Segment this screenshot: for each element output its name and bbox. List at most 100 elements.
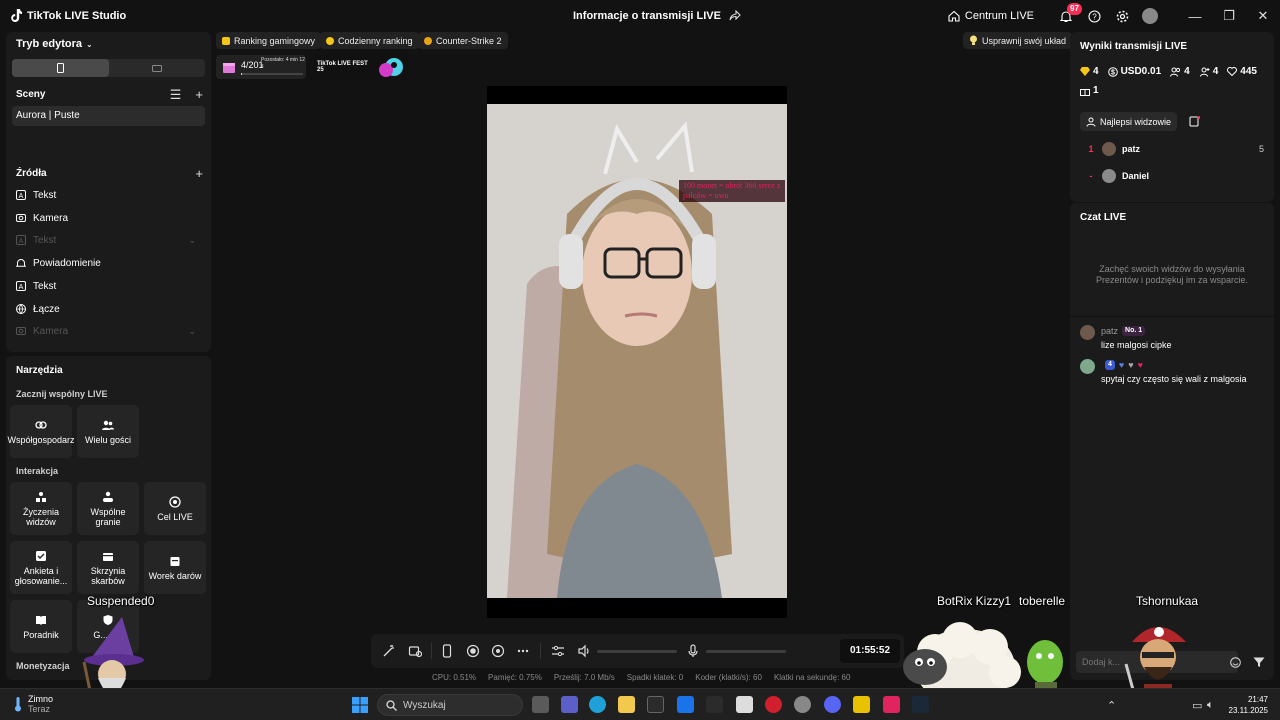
- gaming-ranking-chip[interactable]: Ranking gamingowy: [216, 32, 322, 49]
- multi-guest-tool[interactable]: Wielu gości: [77, 405, 139, 458]
- top-viewer-row[interactable]: - Daniel: [1080, 167, 1264, 185]
- mail-icon[interactable]: [677, 696, 694, 713]
- stream-overlay-text: 100 monet = obrót 360 serce z palców = u…: [679, 180, 785, 202]
- phone-icon[interactable]: [440, 644, 454, 658]
- close-button[interactable]: ✕: [1246, 0, 1280, 32]
- target-icon: [169, 495, 181, 508]
- file-explorer-icon[interactable]: [618, 696, 635, 713]
- guide-tool[interactable]: Poradnik: [10, 600, 72, 653]
- app-icon[interactable]: [706, 696, 723, 713]
- teams-icon[interactable]: [561, 696, 578, 713]
- source-item[interactable]: Powiadomienie: [16, 254, 196, 272]
- stream-info-title[interactable]: Informacje o transmisji LIVE: [573, 10, 741, 22]
- treasure-chest-tool[interactable]: Skrzynia skarbów: [77, 541, 139, 594]
- record-icon[interactable]: [466, 644, 480, 658]
- daily-ranking-chip[interactable]: Codzienny ranking: [320, 32, 419, 49]
- microphone-icon[interactable]: [686, 644, 700, 658]
- viewer-wishes-tool[interactable]: Życzenia widzów: [10, 482, 72, 535]
- taskbar-search[interactable]: Wyszukaj: [377, 694, 523, 716]
- edge-icon[interactable]: [589, 696, 606, 713]
- app-icon[interactable]: [736, 696, 753, 713]
- share-icon[interactable]: [729, 10, 741, 22]
- chevron-down-icon[interactable]: ⌄: [188, 235, 196, 246]
- speaker-icon[interactable]: 🔈︎: [1207, 699, 1214, 712]
- minimize-button[interactable]: —: [1178, 0, 1212, 32]
- notifications-button[interactable]: 97: [1052, 0, 1082, 32]
- livefest-mascot-icon: [379, 58, 403, 77]
- speaker-icon[interactable]: [577, 644, 591, 658]
- divider: [431, 643, 432, 659]
- centrum-live-button[interactable]: Centrum LIVE: [948, 10, 1034, 22]
- mic-volume-slider[interactable]: [706, 650, 786, 653]
- live-goal-widget[interactable]: 4/201 Pozostało: 4 min 12 s: [216, 55, 306, 79]
- mixer-icon[interactable]: [551, 644, 565, 658]
- live-goal-tool[interactable]: Cel LIVE: [144, 482, 206, 535]
- discord-icon[interactable]: [824, 696, 841, 713]
- stream-preview[interactable]: 100 monet = obrót 360 serce z palców = u…: [487, 86, 787, 618]
- joint-play-tool[interactable]: Wspólne granie: [77, 482, 139, 535]
- source-item[interactable]: Łącze: [16, 300, 196, 318]
- store-icon[interactable]: [647, 696, 664, 713]
- weather-sub: Teraz: [28, 704, 51, 714]
- dropped-frames-stat: Spadki klatek: 0: [626, 673, 684, 682]
- more-icon[interactable]: [516, 644, 530, 658]
- speaker-volume-slider[interactable]: [597, 650, 677, 653]
- magic-wand-icon[interactable]: [382, 644, 396, 658]
- gift-bag-tool[interactable]: Worek darów: [144, 541, 206, 594]
- top-viewer-row[interactable]: 1 patz 5: [1080, 140, 1264, 158]
- cohost-tool[interactable]: Współgospodarz: [7, 405, 75, 458]
- livefest-banner[interactable]: TikTok LIVE FEST 25: [313, 55, 408, 79]
- cpu-stat: CPU: 0.51%: [432, 673, 477, 682]
- steam-icon[interactable]: [912, 696, 929, 713]
- settings-button[interactable]: [1108, 0, 1136, 32]
- source-item[interactable]: A Tekst ⌄: [16, 231, 196, 249]
- scene-item[interactable]: Aurora | Puste: [12, 106, 205, 126]
- app-icon[interactable]: [794, 696, 811, 713]
- avatar: [1080, 325, 1095, 340]
- effects-icon[interactable]: [408, 644, 422, 658]
- avatar: [1080, 359, 1095, 374]
- top-viewers-button[interactable]: Najlepsi widzowie: [1080, 112, 1178, 131]
- encoder-stat: Koder (klatki/s): 60: [695, 673, 762, 682]
- source-item[interactable]: Kamera ⌄: [16, 322, 196, 340]
- list-icon[interactable]: ☰: [170, 87, 182, 103]
- help-button[interactable]: ?: [1080, 0, 1108, 32]
- taskbar-clock[interactable]: 21:47 23.11.2025: [1222, 694, 1268, 716]
- source-label: Łącze: [33, 303, 60, 315]
- filter-icon[interactable]: [1253, 657, 1265, 668]
- tiktok-icon[interactable]: [883, 696, 900, 713]
- maximize-button[interactable]: ❐: [1212, 0, 1246, 32]
- svg-text:$: $: [1111, 69, 1115, 76]
- sources-heading: Źródła: [16, 168, 47, 179]
- chevron-up-icon[interactable]: ⌃: [1107, 699, 1116, 712]
- stats-bar: CPU: 0.51% Pamięć: 0.75% Prześlij: 7.0 M…: [432, 673, 850, 682]
- source-item[interactable]: A Tekst: [16, 277, 196, 295]
- chevron-down-icon[interactable]: ⌄: [188, 326, 196, 337]
- editor-mode-dropdown[interactable]: Tryb edytora ⌄: [16, 38, 93, 50]
- poll-tool[interactable]: Ankieta i głosowanie...: [10, 541, 72, 594]
- game-chip[interactable]: Counter-Strike 2: [418, 32, 508, 49]
- display-icon[interactable]: ▭: [1192, 699, 1202, 712]
- portrait-option[interactable]: [12, 59, 109, 77]
- add-source-icon[interactable]: +: [195, 166, 203, 181]
- tool-label: Życzenia widzów: [22, 506, 59, 527]
- source-item[interactable]: A Tekst: [16, 186, 196, 204]
- report-icon[interactable]: [1189, 116, 1200, 127]
- add-scene-icon[interactable]: +: [195, 87, 203, 103]
- task-view-icon[interactable]: [532, 696, 549, 713]
- help-icon: ?: [1087, 9, 1101, 23]
- weather-widget[interactable]: Zimno Teraz: [14, 694, 53, 714]
- svg-text:A: A: [19, 193, 24, 200]
- emoji-icon[interactable]: [1230, 657, 1241, 668]
- usd-metric: $ USD0.01: [1107, 66, 1161, 77]
- windows-start-icon[interactable]: [352, 697, 368, 713]
- landscape-option[interactable]: [109, 59, 206, 77]
- opera-icon[interactable]: [765, 696, 782, 713]
- improve-layout-button[interactable]: Usprawnij swój układ: [963, 32, 1073, 49]
- camera-switch-icon[interactable]: [491, 644, 505, 658]
- search-placeholder: Wyszukaj: [403, 699, 446, 711]
- app-icon[interactable]: [853, 696, 870, 713]
- profile-button[interactable]: [1136, 0, 1164, 32]
- source-item[interactable]: Kamera: [16, 209, 196, 227]
- search-icon: [386, 699, 397, 711]
